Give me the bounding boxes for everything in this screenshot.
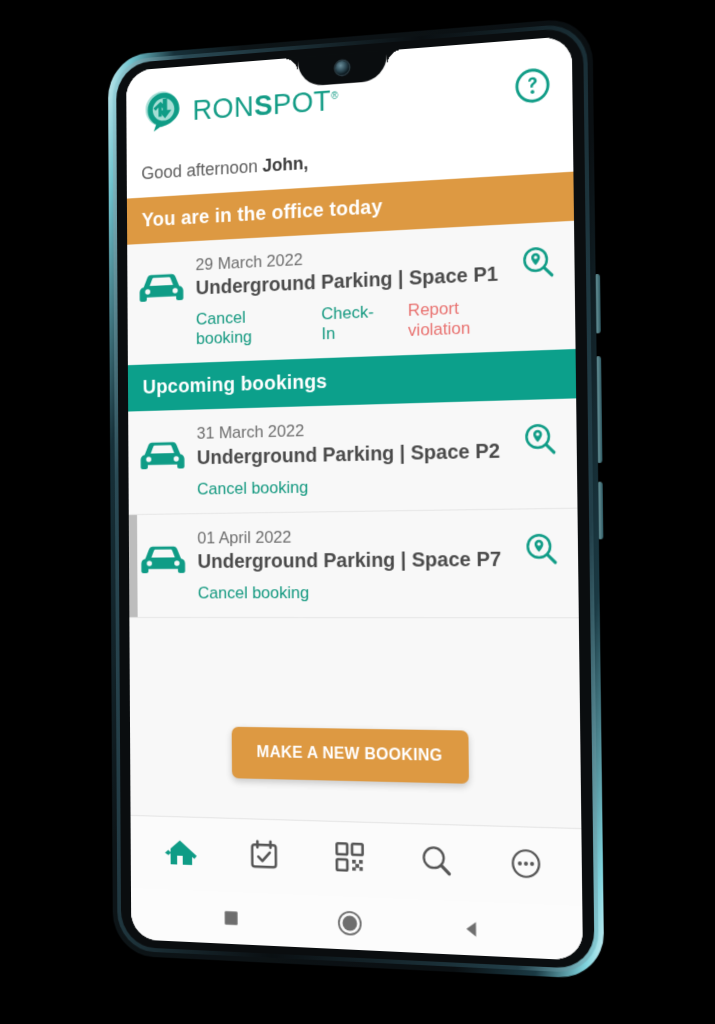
brand-text-pot: POT: [272, 84, 332, 121]
calendar-check-icon: [248, 837, 281, 877]
booking-actions: Cancel booking Check-In Report violation: [196, 296, 518, 349]
more-dots-circle-icon: [508, 845, 543, 887]
check-in-link[interactable]: Check-In: [321, 302, 380, 344]
triangle-back-icon[interactable]: [455, 910, 490, 946]
booking-card-upcoming-1[interactable]: 31 March 2022 Underground Parking | Spac…: [128, 398, 578, 515]
brand-logo: RONSPOT®: [139, 75, 339, 138]
brand-text-ron: RON: [192, 90, 255, 127]
tab-search[interactable]: [413, 838, 460, 887]
phone-mockup: RONSPOT® Good afternoon John, You are in…: [107, 16, 605, 980]
booking-date: 31 March 2022: [196, 421, 305, 443]
cancel-booking-link[interactable]: Cancel booking: [197, 477, 308, 499]
car-icon: [127, 255, 196, 311]
square-recents-icon[interactable]: [215, 901, 247, 936]
scroll-edge-indicator: [128, 514, 138, 617]
booking-details: 29 March 2022 Underground Parking | Spac…: [195, 238, 517, 349]
map-search-pin-icon[interactable]: [517, 236, 561, 281]
greeting-salutation: Good afternoon: [141, 156, 263, 184]
car-icon: [129, 527, 198, 580]
question-mark-circle-icon[interactable]: [513, 65, 552, 106]
brand-text-s: S: [253, 89, 273, 122]
cancel-booking-link[interactable]: Cancel booking: [196, 306, 295, 349]
tab-home[interactable]: [159, 830, 202, 877]
tab-more[interactable]: [502, 841, 550, 890]
booking-card-today[interactable]: 29 March 2022 Underground Parking | Spac…: [127, 220, 576, 366]
section-title-today: You are in the office today: [141, 195, 383, 231]
report-violation-link[interactable]: Report violation: [408, 296, 518, 341]
map-search-pin-icon[interactable]: [520, 523, 564, 567]
brand-wordmark: RONSPOT®: [193, 84, 339, 127]
booking-card-upcoming-2[interactable]: 01 April 2022 Underground Parking | Spac…: [128, 508, 579, 619]
make-new-booking-button[interactable]: MAKE A NEW BOOKING: [231, 726, 469, 784]
map-search-pin-icon[interactable]: [519, 413, 563, 457]
section-title-upcoming: Upcoming bookings: [142, 370, 328, 399]
cancel-booking-link[interactable]: Cancel booking: [198, 583, 310, 603]
home-icon: [162, 831, 200, 877]
qr-code-icon: [333, 840, 366, 879]
tab-calendar[interactable]: [242, 833, 286, 880]
screenshot-stage: RONSPOT® Good afternoon John, You are in…: [0, 0, 715, 1024]
front-camera-icon: [335, 60, 349, 76]
ronspot-pin-logo-icon: [139, 87, 185, 139]
greeting-username: John,: [262, 153, 309, 176]
brand-registered-mark: ®: [330, 90, 339, 103]
car-icon: [128, 423, 197, 477]
booking-details: 31 March 2022 Underground Parking | Spac…: [197, 415, 520, 499]
magnifier-icon: [418, 841, 455, 884]
